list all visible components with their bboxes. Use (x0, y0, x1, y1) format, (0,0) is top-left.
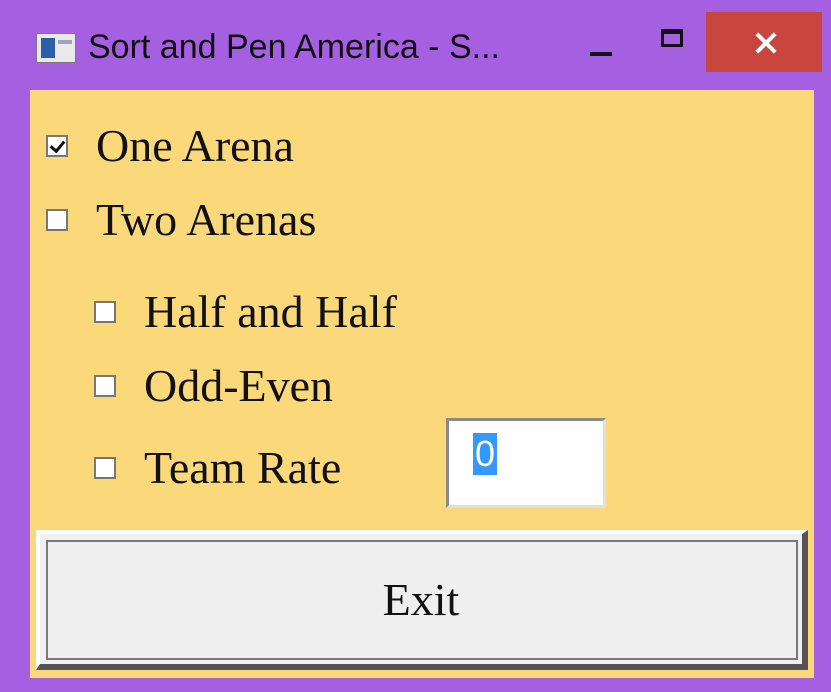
exit-button[interactable]: Exit (36, 530, 808, 670)
checkbox-two-arenas-label: Two Arenas (96, 194, 317, 245)
checkbox-half-and-half[interactable]: Half and Half (94, 282, 397, 342)
close-button[interactable] (706, 12, 822, 72)
checkbox-team-rate[interactable]: Team Rate (94, 438, 341, 498)
checkbox-two-arenas[interactable]: Two Arenas (46, 190, 316, 250)
maximize-button[interactable] (646, 14, 702, 70)
checkbox-team-rate-label: Team Rate (144, 442, 342, 493)
checkbox-two-arenas-box[interactable] (46, 209, 68, 231)
team-rate-value: 0 (473, 433, 498, 475)
exit-button-label: Exit (382, 573, 460, 625)
window-title: Sort and Pen America - S... (88, 28, 500, 66)
checkbox-team-rate-box[interactable] (94, 457, 116, 479)
checkbox-odd-even-label: Odd-Even (144, 360, 334, 411)
app-icon-pane (41, 38, 55, 58)
app-window-icon[interactable] (36, 33, 76, 63)
checkbox-half-and-half-box[interactable] (94, 301, 116, 323)
client-area: One Arena Two Arenas Half and Half Odd-E… (30, 90, 814, 678)
minimize-button[interactable] (576, 14, 626, 70)
checkbox-one-arena-box[interactable] (46, 135, 68, 157)
app-window: Sort and Pen America - S... One Arena Tw… (0, 0, 831, 692)
checkbox-one-arena-label: One Arena (96, 120, 294, 171)
checkbox-one-arena[interactable]: One Arena (46, 116, 294, 176)
checkbox-odd-even[interactable]: Odd-Even (94, 356, 333, 416)
checkbox-half-and-half-label: Half and Half (144, 286, 397, 337)
app-icon-bar (58, 40, 72, 44)
title-bar[interactable]: Sort and Pen America - S... (0, 0, 831, 90)
checkbox-odd-even-box[interactable] (94, 375, 116, 397)
team-rate-input[interactable]: 0 (446, 418, 606, 508)
